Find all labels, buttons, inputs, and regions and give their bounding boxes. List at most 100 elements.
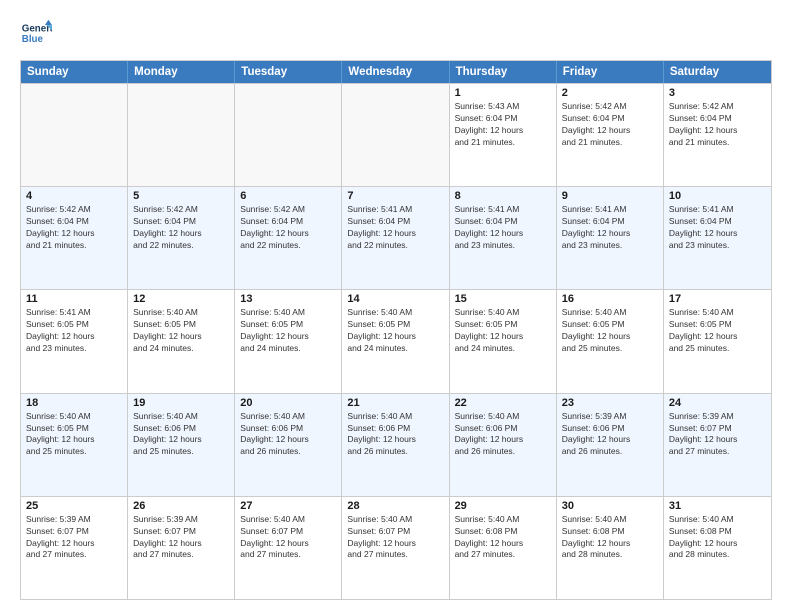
day-info: Sunrise: 5:42 AM Sunset: 6:04 PM Dayligh… bbox=[669, 101, 766, 149]
calendar-day-1: 1Sunrise: 5:43 AM Sunset: 6:04 PM Daylig… bbox=[450, 84, 557, 186]
day-info: Sunrise: 5:40 AM Sunset: 6:06 PM Dayligh… bbox=[240, 411, 336, 459]
calendar-week-5: 25 Sunrise: 5:39 AM Sunset: 6:07 PM Dayli… bbox=[21, 496, 771, 599]
day-number: 24 bbox=[669, 397, 766, 409]
day-number: 31 bbox=[669, 500, 766, 512]
day-number: 21 bbox=[347, 397, 443, 409]
calendar-week-2: 4 Sunrise: 5:42 AM Sunset: 6:04 PM Daylig… bbox=[21, 186, 771, 289]
calendar-day-10: 10Sunrise: 5:41 AM Sunset: 6:04 PM Dayli… bbox=[664, 187, 771, 289]
calendar-day-2: 2Sunrise: 5:42 AM Sunset: 6:04 PM Daylig… bbox=[557, 84, 664, 186]
header-day-saturday: Saturday bbox=[664, 61, 771, 83]
day-number: 9 bbox=[562, 190, 658, 202]
day-number: 15 bbox=[455, 293, 551, 305]
calendar-day-12: 12Sunrise: 5:40 AM Sunset: 6:05 PM Dayli… bbox=[128, 290, 235, 392]
calendar-day-27: 27 Sunrise: 5:40 AM Sunset: 6:07 PM Dayli… bbox=[235, 497, 342, 599]
day-info: Sunrise: 5:40 AM Sunset: 6:05 PM Dayligh… bbox=[133, 307, 229, 355]
day-number: 1 bbox=[455, 87, 551, 99]
calendar-day-empty bbox=[235, 84, 342, 186]
day-info: Sunrise: 5:40 AM Sunset: 6:05 PM Dayligh… bbox=[562, 307, 658, 355]
day-info: Sunrise: 5:40 AM Sunset: 6:07 PM Dayligh… bbox=[240, 514, 336, 562]
calendar-day-5: 5 Sunrise: 5:42 AM Sunset: 6:04 PM Daylig… bbox=[128, 187, 235, 289]
day-info: Sunrise: 5:40 AM Sunset: 6:08 PM Dayligh… bbox=[669, 514, 766, 562]
calendar-day-19: 19 Sunrise: 5:40 AM Sunset: 6:06 PM Dayli… bbox=[128, 394, 235, 496]
day-number: 4 bbox=[26, 190, 122, 202]
day-number: 10 bbox=[669, 190, 766, 202]
calendar-day-9: 9 Sunrise: 5:41 AM Sunset: 6:04 PM Daylig… bbox=[557, 187, 664, 289]
day-info: Sunrise: 5:42 AM Sunset: 6:04 PM Dayligh… bbox=[562, 101, 658, 149]
calendar-day-21: 21 Sunrise: 5:40 AM Sunset: 6:06 PM Dayli… bbox=[342, 394, 449, 496]
day-info: Sunrise: 5:40 AM Sunset: 6:05 PM Dayligh… bbox=[669, 307, 766, 355]
calendar-day-13: 13 Sunrise: 5:40 AM Sunset: 6:05 PM Dayli… bbox=[235, 290, 342, 392]
calendar-day-18: 18Sunrise: 5:40 AM Sunset: 6:05 PM Dayli… bbox=[21, 394, 128, 496]
day-info: Sunrise: 5:40 AM Sunset: 6:05 PM Dayligh… bbox=[240, 307, 336, 355]
day-info: Sunrise: 5:40 AM Sunset: 6:05 PM Dayligh… bbox=[347, 307, 443, 355]
day-info: Sunrise: 5:39 AM Sunset: 6:07 PM Dayligh… bbox=[669, 411, 766, 459]
day-info: Sunrise: 5:40 AM Sunset: 6:08 PM Dayligh… bbox=[455, 514, 551, 562]
day-info: Sunrise: 5:42 AM Sunset: 6:04 PM Dayligh… bbox=[240, 204, 336, 252]
day-info: Sunrise: 5:40 AM Sunset: 6:07 PM Dayligh… bbox=[347, 514, 443, 562]
day-number: 3 bbox=[669, 87, 766, 99]
day-info: Sunrise: 5:41 AM Sunset: 6:05 PM Dayligh… bbox=[26, 307, 122, 355]
calendar-day-29: 29Sunrise: 5:40 AM Sunset: 6:08 PM Dayli… bbox=[450, 497, 557, 599]
calendar-day-30: 30 Sunrise: 5:40 AM Sunset: 6:08 PM Dayli… bbox=[557, 497, 664, 599]
calendar-day-6: 6 Sunrise: 5:42 AM Sunset: 6:04 PM Daylig… bbox=[235, 187, 342, 289]
header-day-wednesday: Wednesday bbox=[342, 61, 449, 83]
calendar-day-22: 22Sunrise: 5:40 AM Sunset: 6:06 PM Dayli… bbox=[450, 394, 557, 496]
day-info: Sunrise: 5:39 AM Sunset: 6:07 PM Dayligh… bbox=[133, 514, 229, 562]
calendar-day-23: 23 Sunrise: 5:39 AM Sunset: 6:06 PM Dayli… bbox=[557, 394, 664, 496]
calendar-day-11: 11 Sunrise: 5:41 AM Sunset: 6:05 PM Dayli… bbox=[21, 290, 128, 392]
day-info: Sunrise: 5:40 AM Sunset: 6:08 PM Dayligh… bbox=[562, 514, 658, 562]
calendar-page: General Blue SundayMondayTuesdayWednesda… bbox=[0, 0, 792, 612]
calendar-day-empty bbox=[128, 84, 235, 186]
day-number: 19 bbox=[133, 397, 229, 409]
logo: General Blue bbox=[20, 18, 56, 50]
calendar-week-1: 1Sunrise: 5:43 AM Sunset: 6:04 PM Daylig… bbox=[21, 83, 771, 186]
day-info: Sunrise: 5:40 AM Sunset: 6:05 PM Dayligh… bbox=[455, 307, 551, 355]
day-number: 6 bbox=[240, 190, 336, 202]
day-info: Sunrise: 5:42 AM Sunset: 6:04 PM Dayligh… bbox=[26, 204, 122, 252]
header: General Blue bbox=[20, 18, 772, 50]
day-info: Sunrise: 5:39 AM Sunset: 6:07 PM Dayligh… bbox=[26, 514, 122, 562]
day-number: 26 bbox=[133, 500, 229, 512]
calendar-week-3: 11 Sunrise: 5:41 AM Sunset: 6:05 PM Dayli… bbox=[21, 289, 771, 392]
header-day-tuesday: Tuesday bbox=[235, 61, 342, 83]
calendar-day-15: 15 Sunrise: 5:40 AM Sunset: 6:05 PM Dayli… bbox=[450, 290, 557, 392]
calendar-day-28: 28 Sunrise: 5:40 AM Sunset: 6:07 PM Dayli… bbox=[342, 497, 449, 599]
day-number: 17 bbox=[669, 293, 766, 305]
calendar-day-14: 14 Sunrise: 5:40 AM Sunset: 6:05 PM Dayli… bbox=[342, 290, 449, 392]
calendar-week-4: 18Sunrise: 5:40 AM Sunset: 6:05 PM Dayli… bbox=[21, 393, 771, 496]
day-number: 13 bbox=[240, 293, 336, 305]
day-info: Sunrise: 5:42 AM Sunset: 6:04 PM Dayligh… bbox=[133, 204, 229, 252]
day-number: 11 bbox=[26, 293, 122, 305]
day-info: Sunrise: 5:39 AM Sunset: 6:06 PM Dayligh… bbox=[562, 411, 658, 459]
day-number: 27 bbox=[240, 500, 336, 512]
day-info: Sunrise: 5:40 AM Sunset: 6:06 PM Dayligh… bbox=[347, 411, 443, 459]
calendar-day-31: 31 Sunrise: 5:40 AM Sunset: 6:08 PM Dayli… bbox=[664, 497, 771, 599]
day-number: 16 bbox=[562, 293, 658, 305]
day-number: 18 bbox=[26, 397, 122, 409]
calendar-day-empty bbox=[21, 84, 128, 186]
day-info: Sunrise: 5:40 AM Sunset: 6:06 PM Dayligh… bbox=[133, 411, 229, 459]
header-day-friday: Friday bbox=[557, 61, 664, 83]
calendar-day-20: 20Sunrise: 5:40 AM Sunset: 6:06 PM Dayli… bbox=[235, 394, 342, 496]
calendar-day-7: 7Sunrise: 5:41 AM Sunset: 6:04 PM Daylig… bbox=[342, 187, 449, 289]
day-info: Sunrise: 5:41 AM Sunset: 6:04 PM Dayligh… bbox=[562, 204, 658, 252]
day-info: Sunrise: 5:41 AM Sunset: 6:04 PM Dayligh… bbox=[347, 204, 443, 252]
header-day-sunday: Sunday bbox=[21, 61, 128, 83]
calendar-day-24: 24 Sunrise: 5:39 AM Sunset: 6:07 PM Dayli… bbox=[664, 394, 771, 496]
svg-text:Blue: Blue bbox=[22, 34, 44, 45]
day-number: 28 bbox=[347, 500, 443, 512]
calendar-day-16: 16 Sunrise: 5:40 AM Sunset: 6:05 PM Dayli… bbox=[557, 290, 664, 392]
day-number: 14 bbox=[347, 293, 443, 305]
calendar-day-26: 26 Sunrise: 5:39 AM Sunset: 6:07 PM Dayli… bbox=[128, 497, 235, 599]
calendar-header-row: SundayMondayTuesdayWednesdayThursdayFrid… bbox=[21, 61, 771, 83]
day-number: 8 bbox=[455, 190, 551, 202]
day-number: 23 bbox=[562, 397, 658, 409]
calendar-day-25: 25 Sunrise: 5:39 AM Sunset: 6:07 PM Dayli… bbox=[21, 497, 128, 599]
header-day-thursday: Thursday bbox=[450, 61, 557, 83]
calendar: SundayMondayTuesdayWednesdayThursdayFrid… bbox=[20, 60, 772, 600]
calendar-day-4: 4 Sunrise: 5:42 AM Sunset: 6:04 PM Daylig… bbox=[21, 187, 128, 289]
day-number: 30 bbox=[562, 500, 658, 512]
calendar-day-empty bbox=[342, 84, 449, 186]
day-number: 25 bbox=[26, 500, 122, 512]
day-number: 5 bbox=[133, 190, 229, 202]
